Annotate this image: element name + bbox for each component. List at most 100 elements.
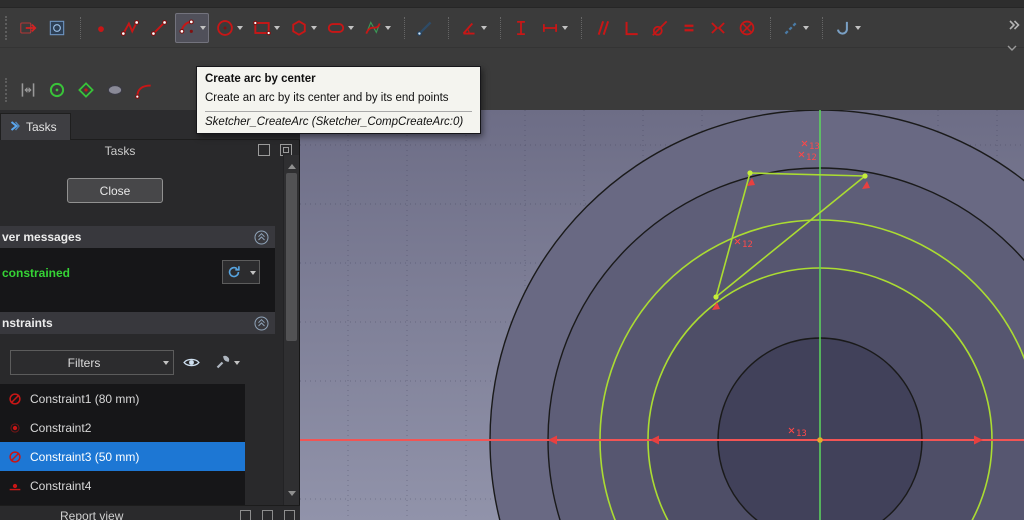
create-bspline-icon[interactable] <box>360 13 394 43</box>
tab-tasks[interactable]: Tasks <box>0 113 71 140</box>
fillet-icon[interactable] <box>131 75 157 105</box>
constraint-value-label[interactable]: 12 <box>742 240 753 250</box>
constraint-row[interactable]: Constraint2 <box>0 413 245 442</box>
constraint-row[interactable]: Constraint4 <box>0 471 245 500</box>
dropdown-arrow-icon[interactable] <box>311 26 317 33</box>
create-rectangle-icon[interactable] <box>249 13 283 43</box>
coincident-constraint-icon <box>7 420 23 436</box>
scroll-up-icon[interactable] <box>288 160 296 169</box>
constrain-distance-x-icon[interactable] <box>537 13 571 43</box>
constrain-angle-icon[interactable] <box>456 13 490 43</box>
dropdown-arrow-icon[interactable] <box>200 26 206 33</box>
constraint-value-label[interactable]: 12 <box>806 153 817 163</box>
toolbar-separator <box>404 16 405 39</box>
collapse-section-icon[interactable] <box>254 230 269 245</box>
constraint-value-label[interactable]: 13 <box>796 429 807 439</box>
solver-messages-header[interactable]: ver messages <box>0 226 275 248</box>
constraint-label: Constraint2 <box>30 420 92 435</box>
create-polyline-icon[interactable] <box>117 13 143 43</box>
create-slot-icon[interactable] <box>323 13 357 43</box>
constraints-list: Constraint1 (80 mm) Constraint2 Constraint… <box>0 384 245 505</box>
dropdown-arrow-icon[interactable] <box>855 26 861 33</box>
auto-update-dropdown[interactable] <box>245 260 260 284</box>
carbon-copy-icon[interactable] <box>73 75 99 105</box>
origin-point[interactable] <box>817 437 823 443</box>
toolbar-separator <box>500 16 501 39</box>
report-view-label: Report view <box>60 509 124 520</box>
refresh-icon <box>228 266 240 278</box>
solver-status: constrained <box>2 266 71 280</box>
close-button[interactable]: Close <box>67 178 163 203</box>
filters-dropdown[interactable]: Filters <box>10 350 158 375</box>
report-view-icon-2[interactable] <box>262 510 273 520</box>
constraints-title: nstraints <box>2 316 53 330</box>
show-hide-constraints-button[interactable] <box>182 353 201 375</box>
solver-messages-content: constrained <box>0 248 275 312</box>
tasks-tab-label: Tasks <box>26 120 57 134</box>
create-polygon-icon[interactable] <box>286 13 320 43</box>
constraint-label: Constraint4 <box>30 478 92 493</box>
bspline-degree-icon[interactable] <box>830 13 864 43</box>
collapse-section-icon[interactable] <box>254 316 269 331</box>
dropdown-arrow-icon[interactable] <box>237 26 243 33</box>
toolbar-separator <box>448 16 449 39</box>
dropdown-arrow-icon[interactable] <box>348 26 354 33</box>
toolbar-separator <box>822 16 823 39</box>
dropdown-arrow-icon[interactable] <box>274 26 280 33</box>
constrain-perpendicular-icon[interactable] <box>618 13 644 43</box>
create-ellipse-icon[interactable] <box>102 75 128 105</box>
constrain-tangent-icon[interactable] <box>647 13 673 43</box>
solver-messages-title: ver messages <box>2 230 82 244</box>
create-point-icon[interactable] <box>88 13 114 43</box>
float-panel-icon[interactable] <box>258 144 270 156</box>
constrain-symmetric-icon[interactable] <box>705 13 731 43</box>
toolbar-extension-down-icon[interactable] <box>1006 42 1018 56</box>
constraint-settings-button[interactable] <box>214 353 240 371</box>
tooltip: Create arc by center Create an arc by it… <box>196 66 481 134</box>
constraint-label: Constraint3 (50 mm) <box>30 449 140 464</box>
create-circle-icon[interactable] <box>212 13 246 43</box>
create-arc-icon[interactable] <box>175 12 209 43</box>
split-edge-icon[interactable] <box>15 75 41 105</box>
toolbar-row2 <box>0 70 1024 110</box>
constrain-equal-icon[interactable] <box>676 13 702 43</box>
create-edge-icon[interactable] <box>412 13 438 43</box>
diameter-constraint-icon <box>7 449 23 465</box>
constrain-block-icon[interactable] <box>734 13 760 43</box>
toolbar-grip <box>5 78 9 102</box>
toolbar-separator <box>80 16 81 39</box>
panel-scrollbar[interactable] <box>283 155 299 505</box>
toolbar-separator <box>770 16 771 39</box>
auto-update-button[interactable] <box>222 260 246 284</box>
dropdown-arrow-icon[interactable] <box>562 26 568 33</box>
scroll-down-icon[interactable] <box>288 491 296 500</box>
filters-row: Filters <box>0 350 275 376</box>
constraint-value-label[interactable]: 13 <box>809 142 820 152</box>
leave-sketch-icon[interactable] <box>15 13 41 43</box>
constraints-header[interactable]: nstraints <box>0 312 275 334</box>
dropdown-arrow-icon[interactable] <box>385 26 391 33</box>
external-geometry-icon[interactable] <box>44 75 70 105</box>
scrollbar-thumb[interactable] <box>286 173 297 341</box>
view-sketch-icon[interactable] <box>44 13 70 43</box>
top-strip <box>0 0 1024 8</box>
create-line-icon[interactable] <box>146 13 172 43</box>
toolbar-extension-icon[interactable] <box>1007 18 1021 35</box>
dropdown-arrow-icon <box>234 360 240 368</box>
filters-arrow-button[interactable] <box>157 350 174 375</box>
toggle-construction-icon[interactable] <box>778 13 812 43</box>
tooltip-description: Create an arc by its center and by its e… <box>205 92 449 104</box>
constrain-parallel-icon[interactable] <box>589 13 615 43</box>
point-on-object-constraint-icon <box>7 478 23 494</box>
dropdown-arrow-icon[interactable] <box>481 26 487 33</box>
dropdown-arrow-icon[interactable] <box>803 26 809 33</box>
toolbar-grip <box>5 15 9 40</box>
constraint-row[interactable]: Constraint3 (50 mm) <box>0 442 245 471</box>
toolbar-row1 <box>0 8 1024 48</box>
3d-viewport[interactable]: 13121213 <box>300 110 1024 520</box>
constraint-row[interactable]: Constraint1 (80 mm) <box>0 384 245 413</box>
report-view-icon-1[interactable] <box>240 510 251 520</box>
tasks-tab-arrow-icon <box>9 120 21 135</box>
report-view-icon-3[interactable] <box>284 510 295 520</box>
constrain-distance-y-icon[interactable] <box>508 13 534 43</box>
